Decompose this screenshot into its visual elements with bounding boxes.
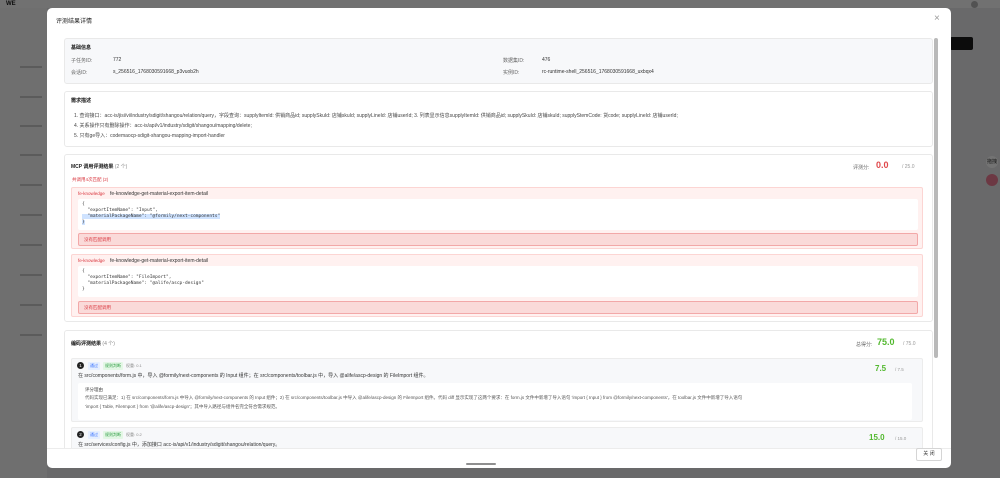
mcp-fail-bar: 没有匹配调用 bbox=[78, 301, 918, 314]
mcp-title-text: MCP 调用评测结果 bbox=[71, 164, 114, 170]
mcp-tag: fe-knowledge bbox=[78, 191, 105, 196]
mcp-error-note: 共调用4次匹配 (2) bbox=[72, 177, 109, 182]
task-id-value: 772 bbox=[113, 57, 122, 63]
rule-badge: 规则判断 bbox=[103, 362, 123, 370]
dataset-id-label: 数据集ID: bbox=[503, 58, 525, 64]
mcp-fail-text: 没有匹配调用 bbox=[84, 305, 111, 310]
basic-info-card: 基础信息 子任务ID: 772 数据集ID: 476 会话ID: s_25651… bbox=[64, 38, 933, 84]
eval-item-score: 7.5 bbox=[875, 364, 887, 373]
eval-score-total: / 75.0 bbox=[903, 341, 916, 347]
pass-badge: 通过 bbox=[88, 431, 100, 439]
mcp-params-code: { "exportItemName": "FileImport", "mater… bbox=[78, 266, 918, 297]
mcp-tool-name: fe-knowledge-get-material-export-item-de… bbox=[110, 191, 209, 197]
rule-badge: 规则判断 bbox=[103, 431, 123, 439]
eval-title-text: 编码评测结果 bbox=[71, 341, 102, 347]
mcp-fail-text: 没有匹配调用 bbox=[84, 237, 111, 242]
requirement-line: 1. 查询接口：acc-is/jisi/vi/industry/sdigit/s… bbox=[74, 113, 678, 119]
mcp-call-item: fe-knowledge fe-knowledge-get-material-e… bbox=[71, 254, 923, 317]
eval-item-description: 在 src/services/config.js 中，添加接口 acc-is/a… bbox=[78, 442, 281, 448]
reason-title: 评分理由 bbox=[85, 387, 103, 392]
eval-item-description: 在 src/components/form.js 中，导入 @formily/n… bbox=[78, 373, 429, 379]
eval-score: 75.0 bbox=[877, 337, 895, 347]
reason-box: 评分理由 代码实现已满足：1) 在 src/components/form.js… bbox=[78, 383, 912, 420]
modal-title: 评测结果详情 bbox=[56, 19, 93, 25]
eval-item: 2 通过 规则判断 权重: 0.2 15.0 / 15.0 在 src/serv… bbox=[71, 427, 923, 448]
pass-badge: 通过 bbox=[88, 362, 100, 370]
eval-item-score-total: / 15.0 bbox=[895, 436, 907, 441]
code-line: } bbox=[82, 220, 85, 225]
eval-item-score: 15.0 bbox=[869, 433, 885, 442]
mcp-fail-bar: 没有匹配调用 bbox=[78, 233, 918, 246]
eval-item-number: 1 bbox=[77, 362, 84, 369]
code-eval-card: 编码评测结果 (4 个) 总得分: 75.0 / 75.0 1 通过 规则判断 … bbox=[64, 330, 933, 448]
eval-count: (4 个) bbox=[102, 341, 115, 347]
code-line: "materialPackageName": "@alife/ascp-desi… bbox=[82, 281, 204, 286]
requirements-card: 需求描述 1. 查询接口：acc-is/jisi/vi/industry/sdi… bbox=[64, 91, 933, 147]
task-id-label: 子任务ID: bbox=[71, 58, 93, 64]
mcp-tag: fe-knowledge bbox=[78, 258, 105, 263]
code-line: } bbox=[82, 287, 85, 292]
reason-text: 代码实现已满足：1) 在 src/components/form.js 中导入 … bbox=[85, 395, 743, 400]
eval-weight: 权重: 0.2 bbox=[126, 432, 142, 437]
requirement-line: 5. 只有ge导入：codemaocp-sdigit-shangou-mappi… bbox=[74, 133, 225, 139]
code-line: "exportItemName": "Input", bbox=[82, 208, 158, 213]
footer-divider bbox=[47, 448, 951, 449]
close-icon[interactable]: × bbox=[934, 13, 940, 24]
eval-item-score-total: / 7.5 bbox=[895, 367, 904, 372]
result-detail-modal: 评测结果详情 × 基础信息 子任务ID: 772 数据集ID: 476 会话ID… bbox=[47, 8, 951, 468]
mcp-params-code: { "exportItemName": "Input", "materialPa… bbox=[78, 199, 918, 230]
scroll-thumb[interactable] bbox=[934, 38, 938, 358]
session-id-value: s_256516_1768030591668_p3vuob2h bbox=[113, 69, 199, 75]
session-id-label: 会话ID: bbox=[71, 70, 88, 76]
instance-id-label: 实例ID: bbox=[503, 70, 520, 76]
code-line: "materialPackageName": "@formily/next-co… bbox=[82, 214, 221, 219]
dataset-id-value: 476 bbox=[542, 57, 551, 63]
instance-id-value: rc-runtime-shell_256516_1768030591668_ux… bbox=[542, 69, 654, 75]
code-line: { bbox=[82, 202, 85, 207]
bottom-handle bbox=[466, 463, 496, 465]
eval-title: 编码评测结果 (4 个) bbox=[71, 340, 115, 347]
mcp-count: (2 个) bbox=[114, 164, 128, 170]
requirements-title: 需求描述 bbox=[71, 98, 92, 104]
mcp-result-card: MCP 调用评测结果 (2 个) 评测分: 0.0 / 25.0 共调用4次匹配… bbox=[64, 154, 933, 322]
reason-text: 'import { Table, FileImport } from '@ali… bbox=[85, 404, 280, 409]
mcp-score-total: / 25.0 bbox=[902, 164, 915, 170]
close-button[interactable]: 关 闭 bbox=[916, 448, 942, 461]
eval-item-number: 2 bbox=[77, 431, 84, 438]
code-line: "exportItemName": "FileImport", bbox=[82, 275, 172, 280]
mcp-score: 0.0 bbox=[876, 160, 889, 170]
modal-body: 基础信息 子任务ID: 772 数据集ID: 476 会话ID: s_25651… bbox=[60, 36, 937, 448]
eval-weight: 权重: 0.1 bbox=[126, 363, 142, 368]
modal-scrollbar[interactable] bbox=[934, 36, 938, 448]
eval-score-label: 总得分: bbox=[856, 342, 873, 348]
mcp-title: MCP 调用评测结果 (2 个) bbox=[71, 163, 127, 170]
eval-item: 1 通过 规则判断 权重: 0.1 7.5 / 7.5 在 src/compon… bbox=[71, 358, 923, 422]
mcp-score-label: 评测分: bbox=[853, 165, 870, 171]
requirement-line: 4. 关系操作只有删除操作：acc-is/api/v1/industry/sdi… bbox=[74, 123, 252, 129]
code-line: { bbox=[82, 269, 85, 274]
mcp-call-item: fe-knowledge fe-knowledge-get-material-e… bbox=[71, 187, 923, 249]
basic-info-title: 基础信息 bbox=[71, 45, 92, 51]
mcp-tool-name: fe-knowledge-get-material-export-item-de… bbox=[110, 258, 209, 264]
